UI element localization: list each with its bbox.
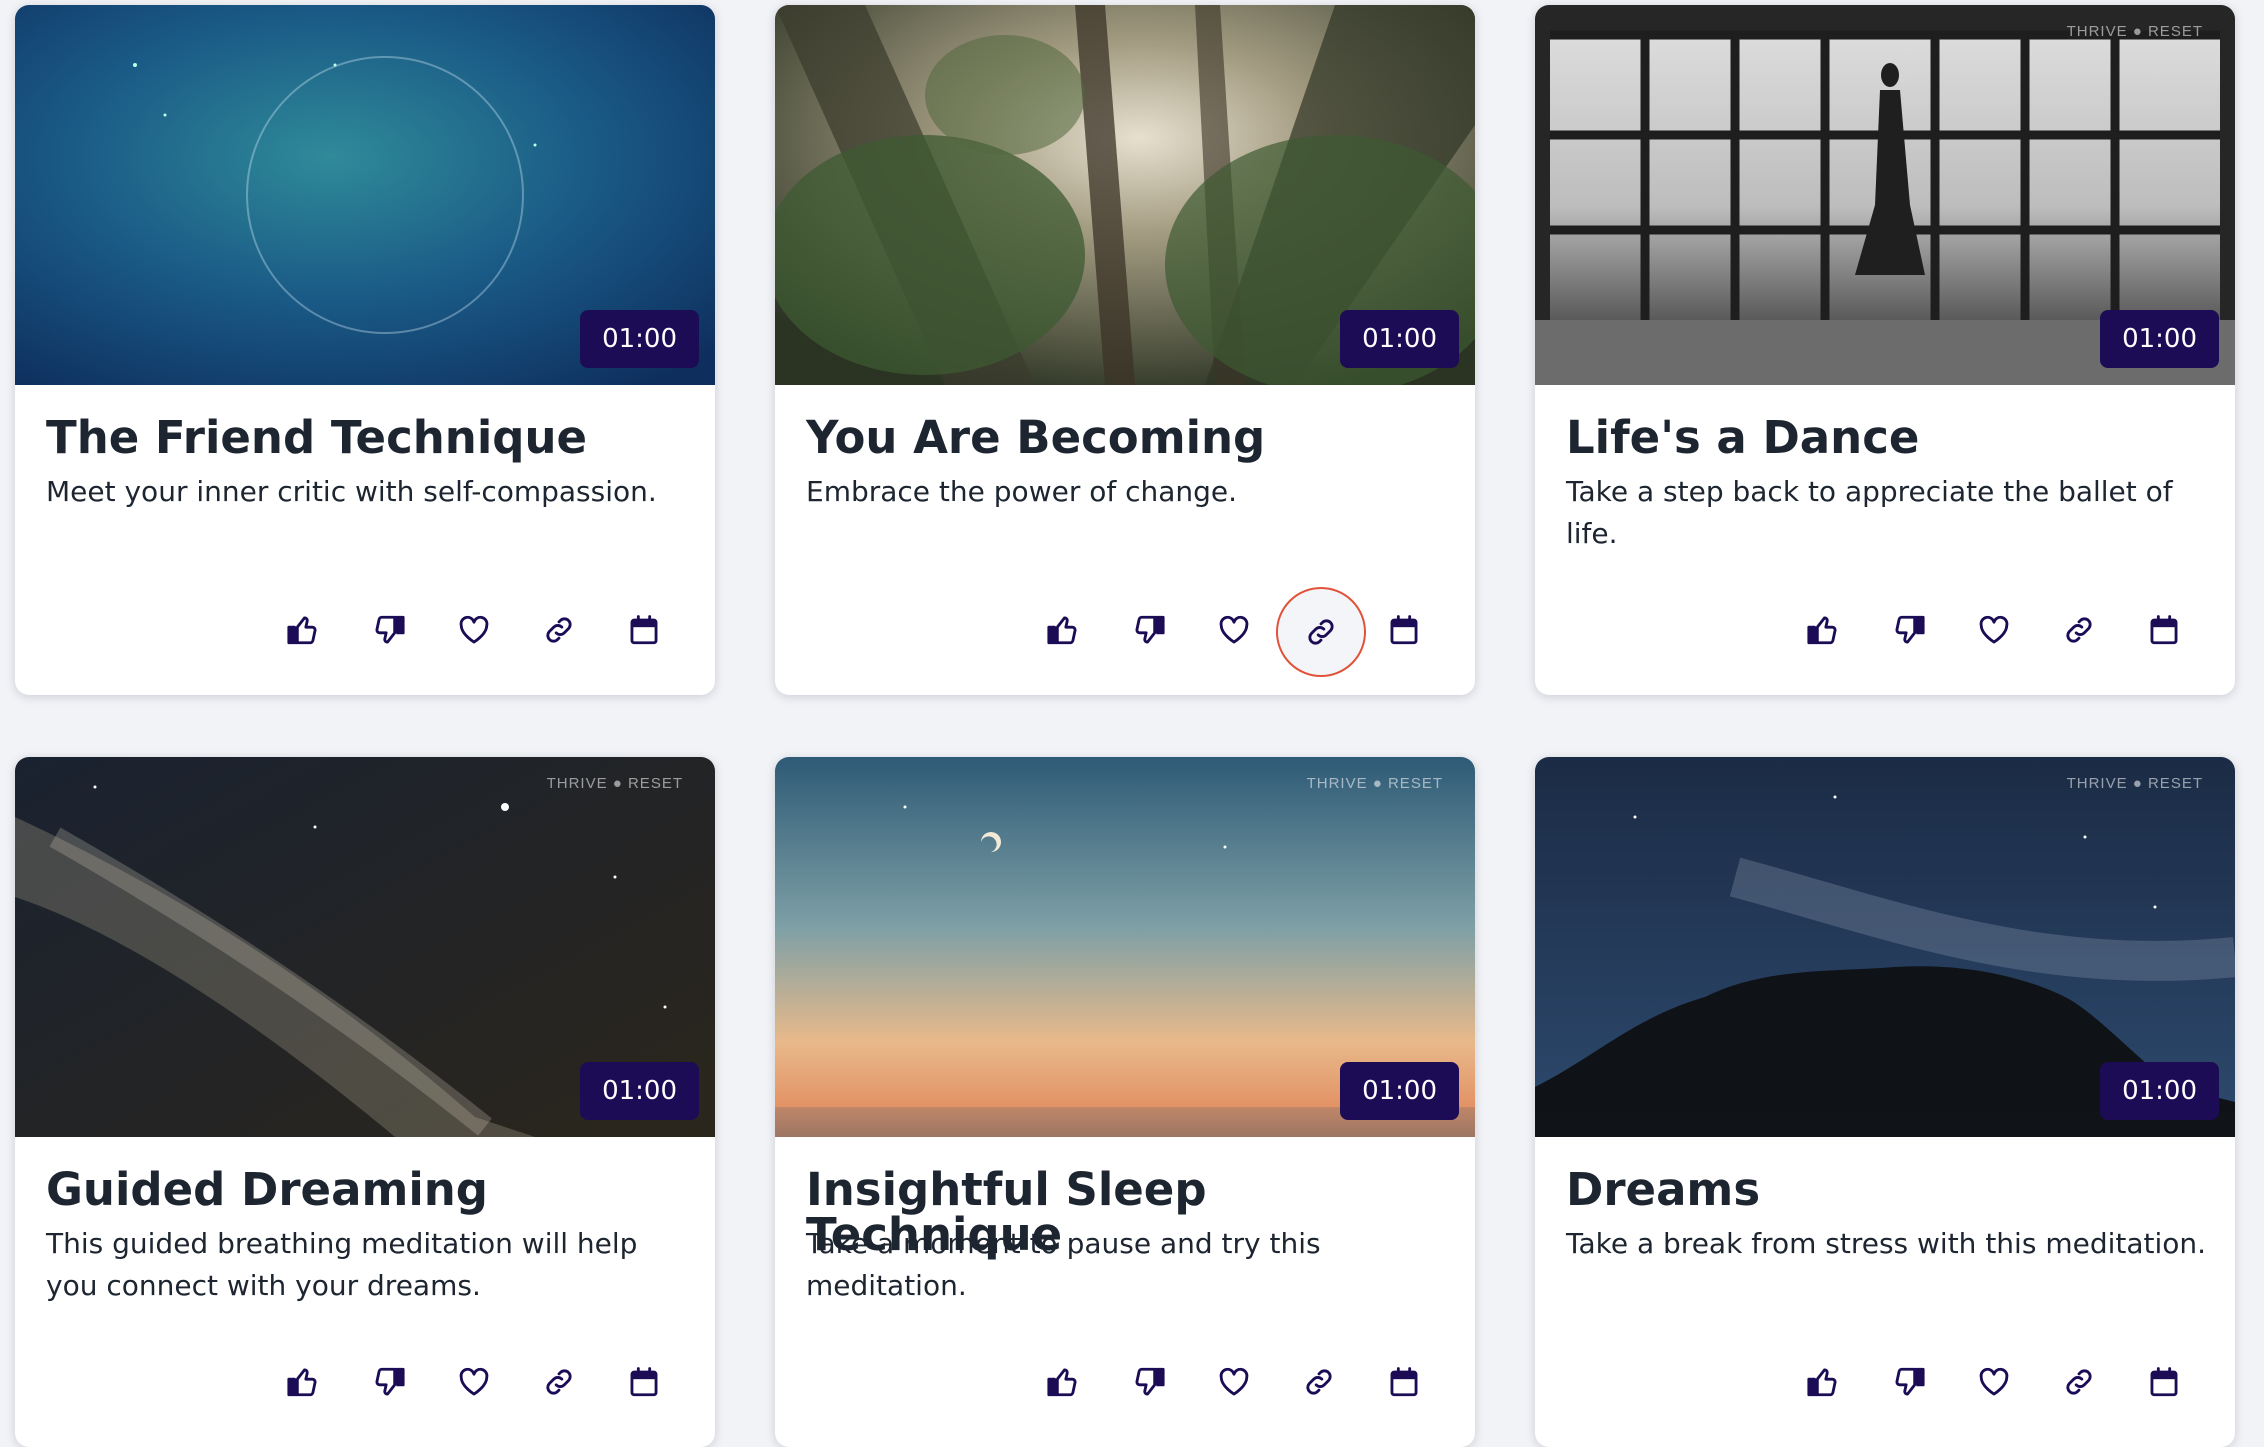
thumbs-down-icon[interactable]	[1881, 602, 1937, 658]
heart-icon[interactable]	[1966, 602, 2022, 658]
link-icon[interactable]	[531, 602, 587, 658]
duration-badge: 01:00	[580, 1062, 699, 1120]
video-card[interactable]: THRIVE ● RESET 01:00 Life's a Dance Take…	[1535, 5, 2235, 695]
video-card[interactable]: THRIVE ● RESET 01:00 Insightful Sleep Te…	[775, 757, 1475, 1447]
thumbs-down-icon[interactable]	[1121, 602, 1177, 658]
calendar-icon[interactable]	[1376, 1354, 1432, 1410]
card-actions	[1795, 1354, 2215, 1410]
calendar-icon[interactable]	[616, 1354, 672, 1410]
card-title: Guided Dreaming	[46, 1163, 489, 1216]
duration-badge: 01:00	[1340, 1062, 1459, 1120]
thumbs-up-icon[interactable]	[275, 1354, 331, 1410]
watermark: THRIVE ● RESET	[2066, 23, 2203, 40]
thumbs-up-icon[interactable]	[1035, 602, 1091, 658]
card-actions	[275, 602, 695, 658]
watermark: THRIVE ● RESET	[2066, 775, 2203, 792]
calendar-icon[interactable]	[2136, 602, 2192, 658]
thumbs-down-icon[interactable]	[361, 1354, 417, 1410]
card-description: Take a moment to pause and try this medi…	[806, 1227, 1321, 1302]
card-description: Take a step back to appreciate the balle…	[1566, 475, 2173, 550]
video-card[interactable]: 01:00 The Friend Technique Meet your inn…	[15, 5, 715, 695]
link-icon[interactable]	[1291, 1354, 1347, 1410]
link-icon[interactable]	[2051, 602, 2107, 658]
card-title: The Friend Technique	[46, 411, 588, 464]
thumbs-down-icon[interactable]	[361, 602, 417, 658]
card-description: Embrace the power of change.	[806, 475, 1238, 508]
duration-badge: 01:00	[2100, 1062, 2219, 1120]
card-actions	[1035, 1354, 1455, 1410]
thumbs-up-icon[interactable]	[1795, 1354, 1851, 1410]
card-description: Meet your inner critic with self-compass…	[46, 475, 657, 508]
thumbs-up-icon[interactable]	[1035, 1354, 1091, 1410]
duration-badge: 01:00	[580, 310, 699, 368]
card-title: You Are Becoming	[806, 411, 1266, 464]
thumbs-down-icon[interactable]	[1121, 1354, 1177, 1410]
link-icon[interactable]	[2051, 1354, 2107, 1410]
calendar-icon[interactable]	[2136, 1354, 2192, 1410]
video-card[interactable]: 01:00 You Are Becoming Embrace the power…	[775, 5, 1475, 695]
heart-icon[interactable]	[1206, 602, 1262, 658]
card-actions	[1795, 602, 2215, 658]
card-title: Dreams	[1566, 1163, 1761, 1216]
heart-icon[interactable]	[1206, 1354, 1262, 1410]
watermark: THRIVE ● RESET	[1306, 775, 1443, 792]
calendar-icon[interactable]	[616, 602, 672, 658]
heart-icon[interactable]	[446, 602, 502, 658]
link-icon[interactable]	[531, 1354, 587, 1410]
thumbs-up-icon[interactable]	[1795, 602, 1851, 658]
heart-icon[interactable]	[446, 1354, 502, 1410]
card-description: Take a break from stress with this medit…	[1566, 1227, 2207, 1260]
duration-badge: 01:00	[1340, 310, 1459, 368]
card-actions	[275, 1354, 695, 1410]
calendar-icon[interactable]	[1376, 602, 1432, 658]
video-card[interactable]: THRIVE ● RESET 01:00 Guided Dreaming Thi…	[15, 757, 715, 1447]
heart-icon[interactable]	[1966, 1354, 2022, 1410]
video-card[interactable]: THRIVE ● RESET 01:00 Dreams Take a break…	[1535, 757, 2235, 1447]
card-actions	[1035, 587, 1455, 677]
duration-badge: 01:00	[2100, 310, 2219, 368]
card-title: Life's a Dance	[1566, 411, 1920, 464]
thumbs-down-icon[interactable]	[1881, 1354, 1937, 1410]
link-icon[interactable]	[1276, 587, 1366, 677]
thumbs-up-icon[interactable]	[275, 602, 331, 658]
watermark: THRIVE ● RESET	[546, 775, 683, 792]
card-description: This guided breathing meditation will he…	[46, 1227, 638, 1302]
